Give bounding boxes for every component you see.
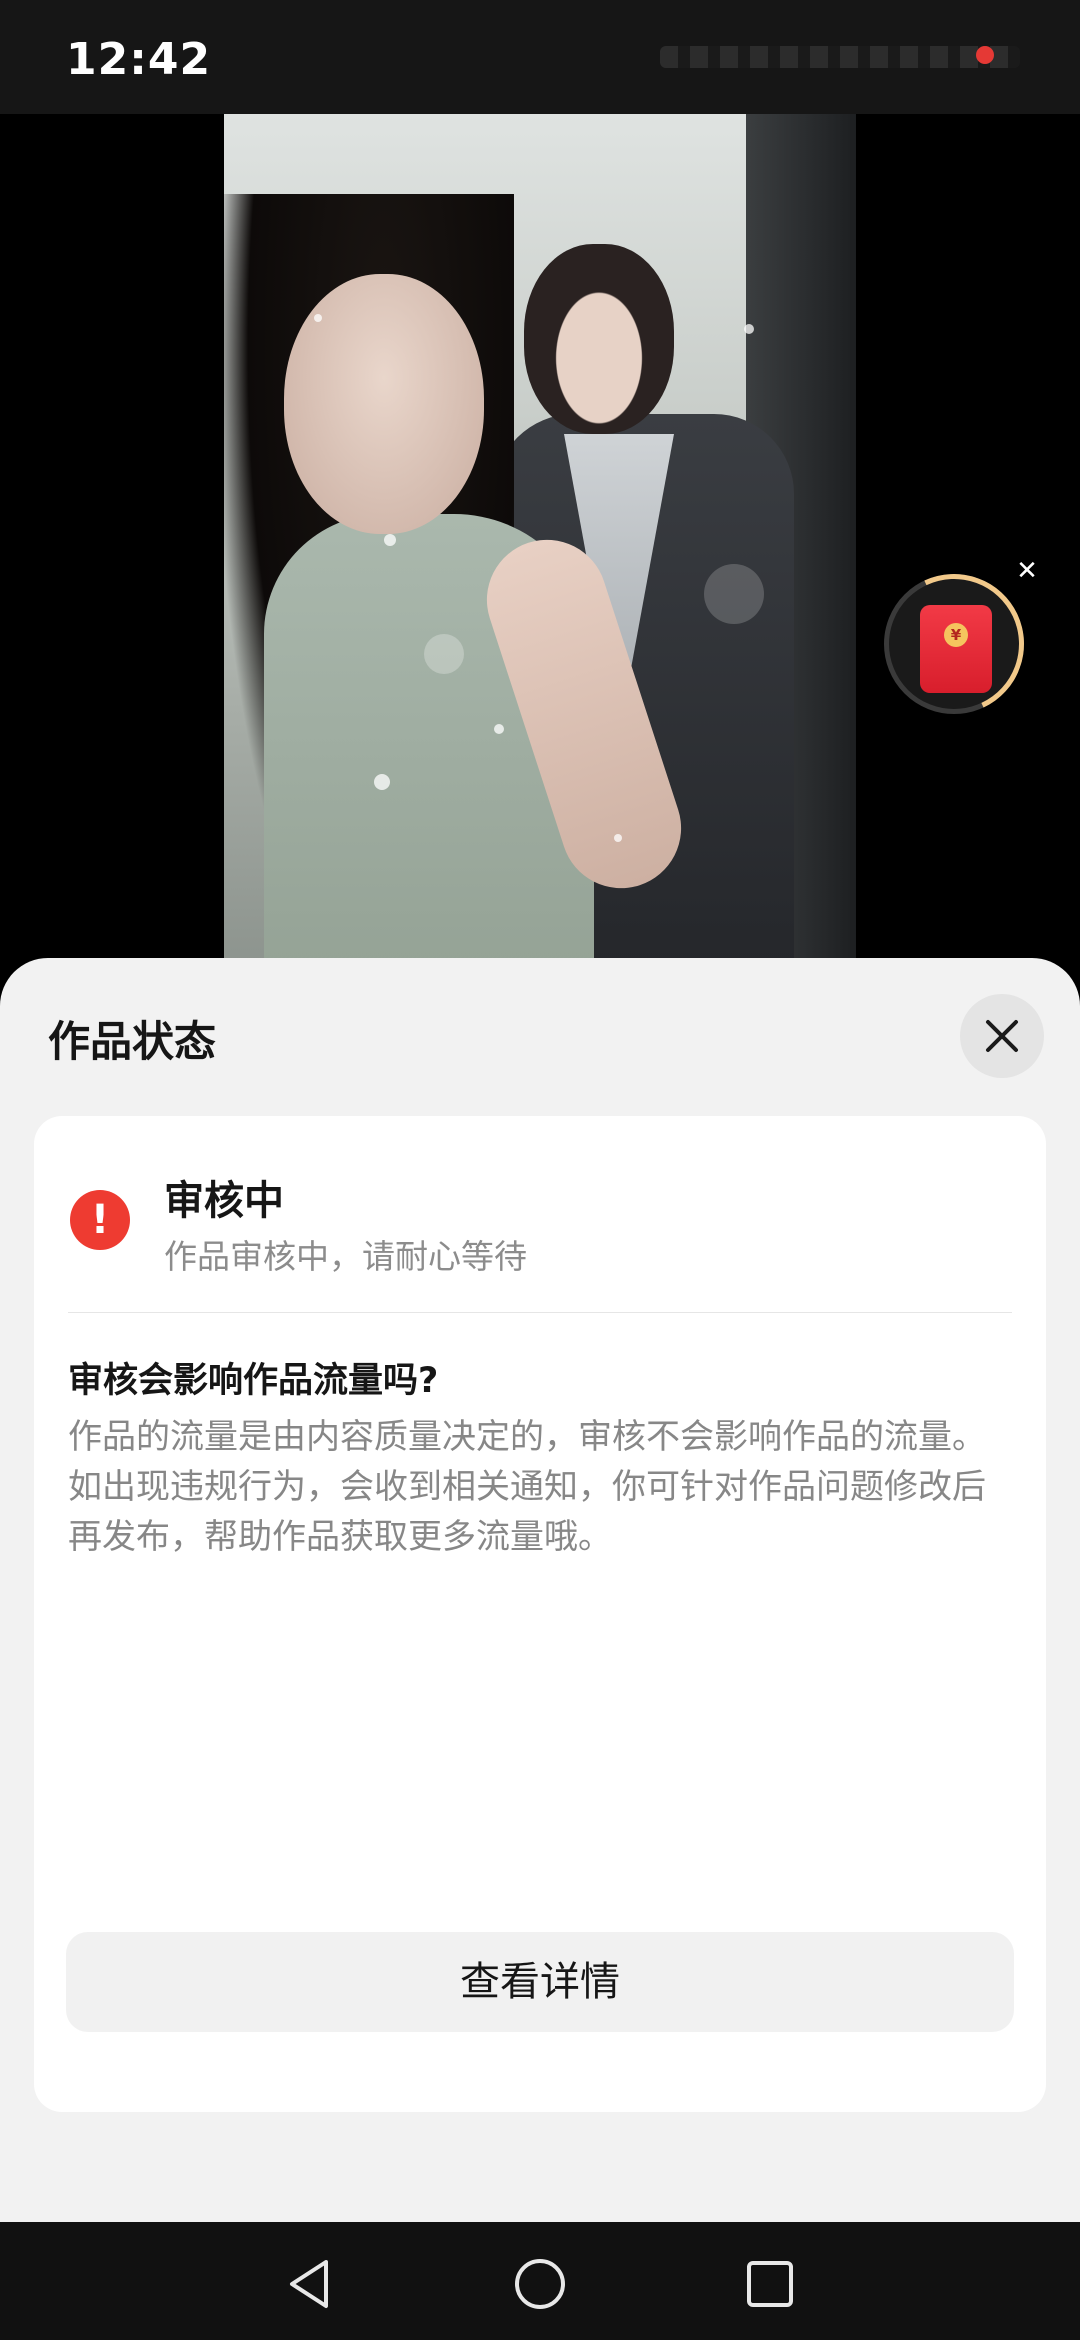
- home-circle-icon[interactable]: [512, 2256, 568, 2312]
- red-packet-widget[interactable]: ¥: [864, 554, 1044, 734]
- faq-answer: 作品的流量是由内容质量决定的，审核不会影响作品的流量。如出现违规行为，会收到相关…: [68, 1417, 986, 1557]
- video-figure-woman-face: [284, 274, 484, 534]
- status-time: 12:42: [66, 34, 212, 85]
- video-player[interactable]: [0, 114, 1080, 964]
- video-frame[interactable]: [224, 114, 856, 964]
- close-icon: [986, 1020, 1018, 1052]
- video-figure-man-head: [524, 244, 674, 434]
- sparkle: [744, 324, 754, 334]
- sheet-close-button[interactable]: [960, 994, 1044, 1078]
- sparkle: [494, 724, 504, 734]
- sparkle: [384, 534, 396, 546]
- coin-icon: ¥: [944, 623, 968, 647]
- status-card: ! 审核中 作品审核中，请耐心等待 审核会影响作品流量吗? 作品的流量是由内容质…: [34, 1116, 1046, 2112]
- red-packet-icon: ¥: [920, 605, 992, 693]
- view-details-button[interactable]: 查看详情: [66, 1932, 1014, 2032]
- exclamation-icon: !: [70, 1190, 130, 1250]
- faq-question: 审核会影响作品流量吗?: [68, 1361, 439, 1401]
- sparkle: [314, 314, 322, 322]
- system-nav-bar: [0, 2222, 1080, 2340]
- recents-square-icon[interactable]: [742, 2256, 798, 2312]
- sparkle: [374, 774, 390, 790]
- notification-dot: [976, 46, 994, 64]
- divider: [68, 1312, 1012, 1313]
- sparkle: [614, 834, 622, 842]
- work-status-sheet: 作品状态 ! 审核中 作品审核中，请耐心等待 审核会影响作品流量吗? 作品的流量…: [0, 958, 1080, 2222]
- review-status-description: 作品审核中，请耐心等待: [164, 1237, 527, 1276]
- status-icons: [660, 46, 1020, 68]
- sheet-title: 作品状态: [48, 1017, 217, 1066]
- sparkle: [704, 564, 764, 624]
- status-bar: 12:42: [0, 0, 1080, 114]
- red-packet-close-icon[interactable]: ✕: [1012, 556, 1042, 586]
- sparkle: [424, 634, 464, 674]
- review-status-title: 审核中: [164, 1178, 284, 1224]
- back-triangle-icon[interactable]: [282, 2256, 338, 2312]
